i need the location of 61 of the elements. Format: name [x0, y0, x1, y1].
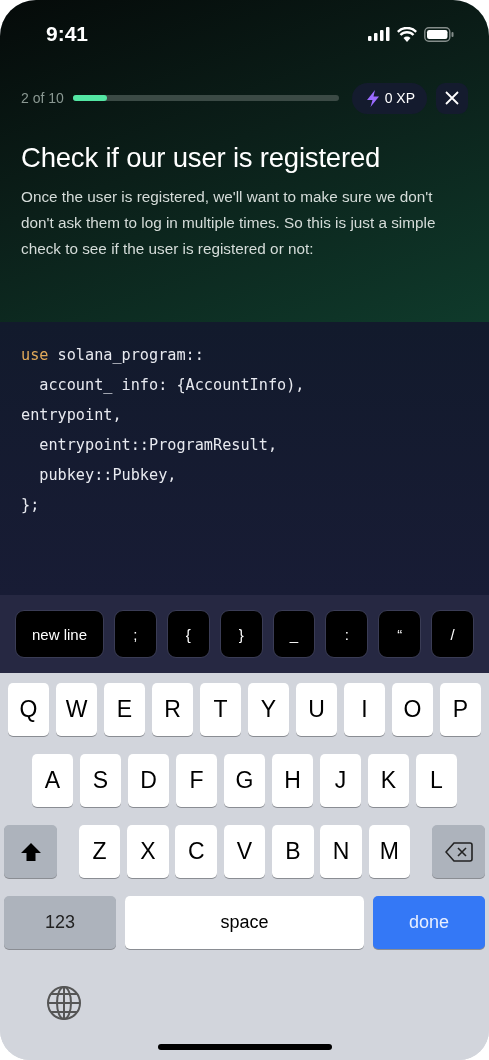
- code-text: pubkey::Pubkey,: [38, 466, 177, 484]
- code-text: };: [21, 496, 40, 514]
- letter-key[interactable]: T: [199, 683, 242, 736]
- shift-key[interactable]: [4, 825, 57, 878]
- letter-key[interactable]: F: [175, 754, 218, 807]
- letter-key[interactable]: E: [103, 683, 146, 736]
- lightning-icon: [365, 89, 380, 107]
- code-text: entrypoint::ProgramResult,: [38, 436, 278, 454]
- letter-key[interactable]: J: [319, 754, 362, 807]
- letter-key[interactable]: N: [320, 825, 362, 878]
- letter-key[interactable]: Z: [78, 825, 121, 878]
- backspace-key[interactable]: [432, 825, 485, 878]
- numbers-key[interactable]: 123: [4, 896, 116, 949]
- shift-icon: [20, 842, 41, 861]
- code-text: solana_program::: [56, 346, 204, 364]
- code-text: account_ info: {AccountInfo),: [38, 376, 305, 394]
- backspace-icon: [444, 841, 473, 862]
- letter-key[interactable]: X: [127, 825, 169, 878]
- letter-key[interactable]: V: [223, 825, 266, 878]
- code-keyword: use: [21, 346, 49, 364]
- letter-key[interactable]: K: [367, 754, 410, 807]
- xp-count: 0 XP: [384, 90, 415, 106]
- snippet-key[interactable]: “: [378, 610, 422, 658]
- snippet-key[interactable]: }: [219, 610, 263, 658]
- letter-key[interactable]: L: [415, 754, 458, 807]
- code-text: entrypoint,: [21, 406, 122, 424]
- progress-label: 2 of 10: [21, 90, 64, 106]
- letter-key[interactable]: C: [175, 825, 217, 878]
- close-icon: [445, 91, 459, 105]
- letter-key[interactable]: M: [368, 825, 411, 878]
- letter-key[interactable]: U: [295, 683, 338, 736]
- globe-icon[interactable]: [46, 985, 82, 1021]
- snippet-key[interactable]: _: [272, 610, 316, 658]
- signal-icon: [368, 27, 390, 41]
- close-button[interactable]: [436, 82, 468, 114]
- letter-key[interactable]: I: [343, 683, 386, 736]
- snippet-key[interactable]: new line: [15, 610, 104, 658]
- code-editor[interactable]: use solana_program:: account_ info: {AccountInfo), entrypoint, entrypoint::ProgramResult, pubkey::Pubkey, };: [0, 322, 489, 595]
- letter-key[interactable]: S: [79, 754, 122, 807]
- snippet-key[interactable]: :: [325, 610, 369, 658]
- battery-icon: [424, 26, 454, 42]
- snippet-key[interactable]: {: [166, 610, 210, 658]
- letter-key[interactable]: G: [223, 754, 266, 807]
- letter-key[interactable]: W: [55, 683, 98, 736]
- lesson-description: Once the user is registered, we'll want to make sure we don't don't ask them to log in multiple times. So this is just a simple check to see if the user is registered or not:: [21, 187, 437, 259]
- letter-key[interactable]: Y: [247, 683, 290, 736]
- done-key[interactable]: done: [373, 896, 485, 949]
- letter-key[interactable]: O: [391, 683, 434, 736]
- letter-key[interactable]: H: [271, 754, 314, 807]
- letter-key[interactable]: A: [31, 754, 74, 807]
- letter-key[interactable]: R: [151, 683, 194, 736]
- lesson-title: Check if our user is registered: [21, 142, 382, 174]
- snippet-key[interactable]: /: [431, 610, 474, 658]
- snippet-key[interactable]: ;: [114, 610, 157, 658]
- clock-time: 9:41: [46, 22, 89, 46]
- space-key[interactable]: space: [125, 896, 364, 949]
- letter-key[interactable]: Q: [7, 683, 50, 736]
- letter-key[interactable]: D: [127, 754, 170, 807]
- letter-key[interactable]: P: [439, 683, 482, 736]
- letter-key[interactable]: B: [272, 825, 314, 878]
- wifi-icon: [397, 26, 417, 42]
